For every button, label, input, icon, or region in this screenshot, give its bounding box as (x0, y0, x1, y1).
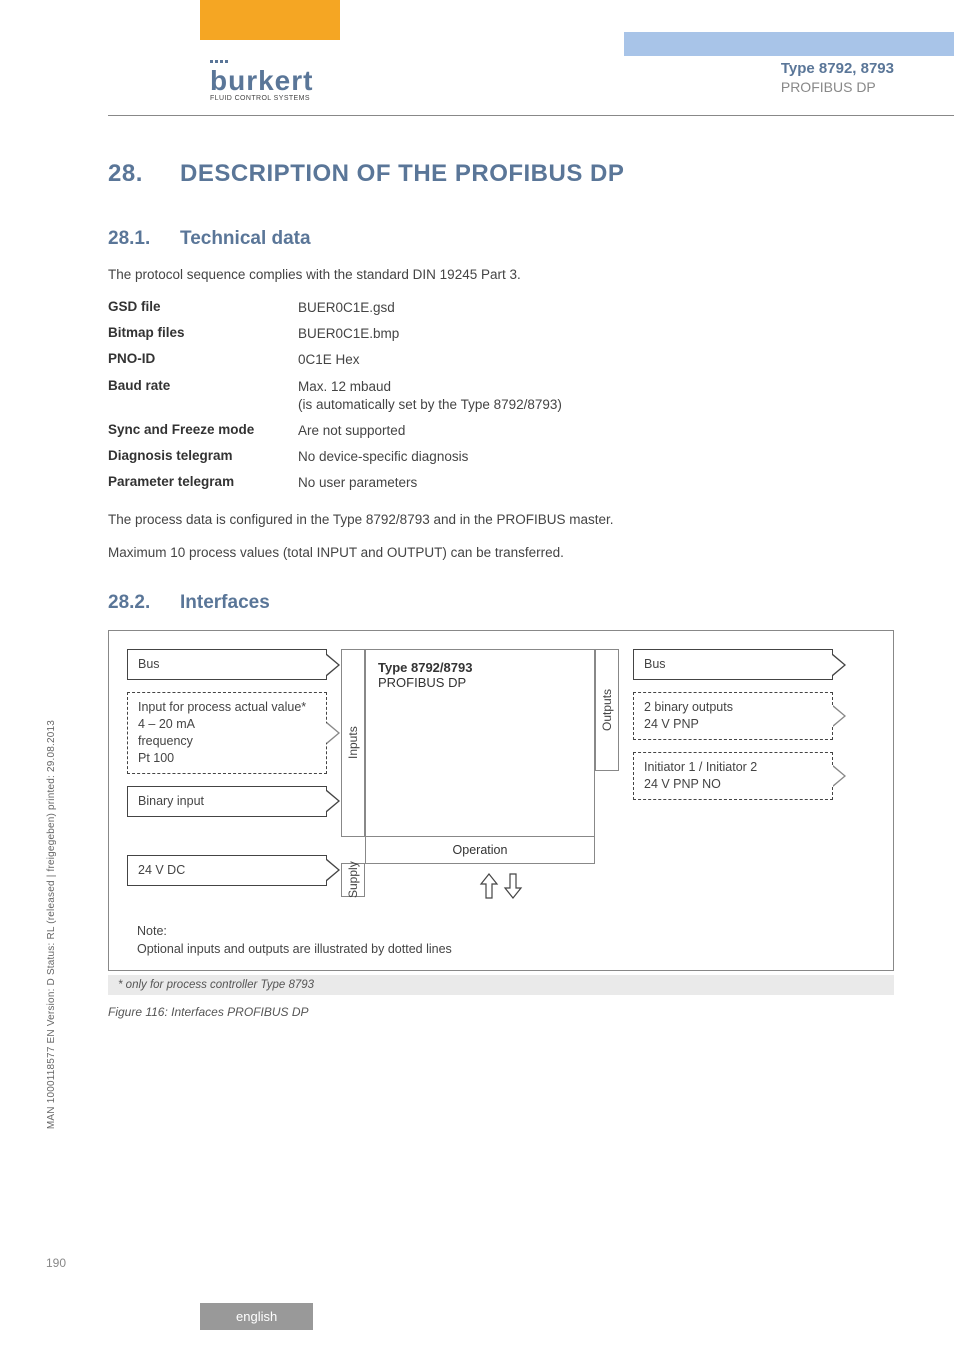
arrow-up-icon (479, 872, 499, 900)
logo-subtext: FLUID CONTROL SYSTEMS (210, 95, 313, 102)
spec-row: PNO-ID0C1E Hex (108, 351, 894, 369)
spec-row: Diagnosis telegramNo device-specific dia… (108, 448, 894, 466)
spec-value: Are not supported (298, 422, 894, 440)
mid-sub: PROFIBUS DP (378, 675, 582, 690)
spec-value: BUER0C1E.bmp (298, 325, 894, 343)
sub1-post1: The process data is configured in the Ty… (108, 511, 894, 530)
diagram-footnote: * only for process controller Type 8793 (108, 975, 894, 995)
header-right: Type 8792, 8793 PROFIBUS DP (781, 60, 894, 95)
sub2-num: 28.2. (108, 592, 180, 614)
tag-bus-right: Bus (633, 649, 833, 680)
note-text: Optional inputs and outputs are illustra… (137, 942, 452, 956)
label-supply: Supply (341, 863, 365, 897)
tag-supply-24v: 24 V DC (127, 855, 327, 886)
spec-table: GSD fileBUER0C1E.gsd Bitmap filesBUER0C1… (108, 299, 894, 493)
sub1-post2: Maximum 10 process values (total INPUT a… (108, 544, 894, 563)
tag-binary-input: Binary input (127, 786, 327, 817)
spec-label: PNO-ID (108, 351, 298, 369)
spec-value: BUER0C1E.gsd (298, 299, 894, 317)
spec-label: GSD file (108, 299, 298, 317)
subsection-28-1: 28.1.Technical data (108, 228, 894, 250)
tag-initiators: Initiator 1 / Initiator 2 24 V PNP NO (633, 752, 833, 800)
language-tab: english (200, 1303, 313, 1330)
logo: burkert FLUID CONTROL SYSTEMS (210, 60, 313, 102)
decor-orange-block (200, 0, 340, 40)
note-label: Note: (137, 924, 167, 938)
main-content: 28.DESCRIPTION OF THE PROFIBUS DP 28.1.T… (108, 160, 894, 1019)
spec-value: 0C1E Hex (298, 351, 894, 369)
spec-label: Baud rate (108, 378, 298, 414)
tag-input-process: Input for process actual value* 4 – 20 m… (127, 692, 327, 774)
spec-label: Diagnosis telegram (108, 448, 298, 466)
section-heading: 28.DESCRIPTION OF THE PROFIBUS DP (108, 160, 894, 188)
spec-row: Parameter telegramNo user parameters (108, 474, 894, 492)
operation-box: Operation (365, 837, 595, 864)
label-inputs: Inputs (341, 649, 365, 837)
spec-value: No device-specific diagnosis (298, 448, 894, 466)
spec-row: GSD fileBUER0C1E.gsd (108, 299, 894, 317)
spec-row: Bitmap filesBUER0C1E.bmp (108, 325, 894, 343)
spec-value: No user parameters (298, 474, 894, 492)
label-outputs: Outputs (595, 649, 619, 771)
arrow-down-icon (503, 872, 523, 900)
sub1-title: Technical data (180, 228, 311, 249)
interfaces-diagram: Bus Input for process actual value* 4 – … (108, 630, 894, 971)
spec-label: Bitmap files (108, 325, 298, 343)
header-sub: PROFIBUS DP (781, 79, 894, 95)
mid-title: Type 8792/8793 (378, 660, 582, 675)
sub1-intro: The protocol sequence complies with the … (108, 266, 894, 285)
page-number: 190 (46, 1256, 66, 1270)
spec-row: Baud rateMax. 12 mbaud (is automatically… (108, 378, 894, 414)
spec-label: Sync and Freeze mode (108, 422, 298, 440)
decor-blue-block (624, 32, 954, 56)
section-title: DESCRIPTION OF THE PROFIBUS DP (180, 160, 624, 187)
spec-label: Parameter telegram (108, 474, 298, 492)
side-metadata: MAN 1000118577 EN Version: D Status: RL … (46, 720, 57, 1129)
header-type: Type 8792, 8793 (781, 60, 894, 77)
spec-row: Sync and Freeze modeAre not supported (108, 422, 894, 440)
subsection-28-2: 28.2.Interfaces (108, 592, 894, 614)
diagram-center-box: Type 8792/8793 PROFIBUS DP (365, 649, 595, 837)
section-num: 28. (108, 160, 180, 188)
sub1-num: 28.1. (108, 228, 180, 250)
diagram-note: Note: Optional inputs and outputs are il… (127, 919, 875, 960)
tag-binary-outputs: 2 binary outputs 24 V PNP (633, 692, 833, 740)
spec-value: Max. 12 mbaud (is automatically set by t… (298, 378, 894, 414)
logo-text: burkert (210, 65, 313, 97)
tag-bus-left: Bus (127, 649, 327, 680)
sub2-title: Interfaces (180, 592, 270, 613)
figure-caption: Figure 116: Interfaces PROFIBUS DP (108, 1005, 894, 1019)
header-rule (108, 115, 954, 116)
